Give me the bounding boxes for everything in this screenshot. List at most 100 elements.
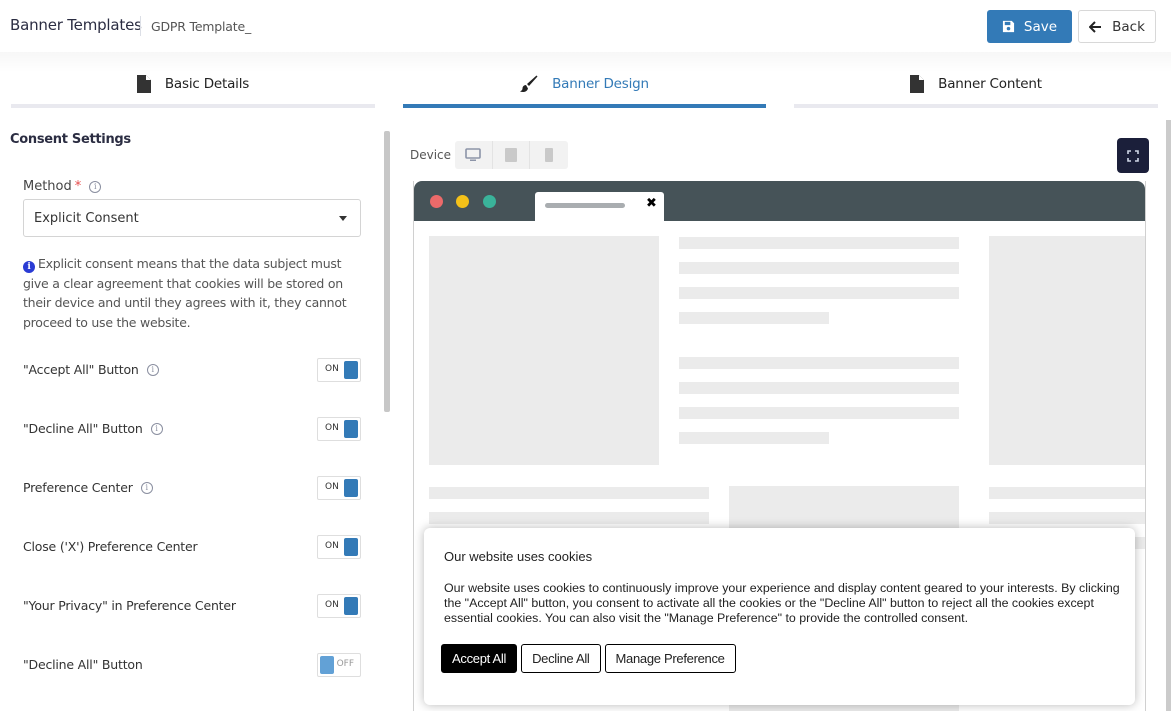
info-icon[interactable]: i (89, 180, 102, 193)
tab-label: Banner Content (938, 76, 1042, 92)
info-icon[interactable]: i (150, 422, 163, 435)
toggle-label: Preference Center (23, 480, 133, 495)
toggle-row-close-preference-center: Close ('X') Preference Center ON (23, 535, 361, 559)
skeleton-line (429, 487, 709, 499)
expand-icon (1127, 149, 1139, 162)
top-header: Banner Templates GDPR Template_ Save Bac… (0, 0, 1171, 52)
chevron-down-icon (339, 216, 347, 221)
page-title: Banner Templates (10, 16, 142, 34)
decline-all-preference-toggle[interactable]: OFF (317, 653, 361, 677)
toggle-row-accept-all: "Accept All" Button i ON (23, 358, 361, 382)
file-icon (910, 75, 925, 93)
skeleton-line (429, 512, 709, 524)
skeleton-line (679, 382, 959, 394)
toggle-state: ON (325, 541, 339, 551)
accept-all-button[interactable]: Accept All (441, 644, 518, 673)
back-button[interactable]: Back (1078, 10, 1156, 43)
toggle-label: "Accept All" Button (23, 362, 139, 377)
banner-title: Our website uses cookies (444, 549, 593, 564)
window-maximize-dot (483, 195, 496, 208)
toggle-state: ON (325, 364, 339, 374)
device-tablet-button[interactable] (493, 141, 531, 169)
paint-brush-icon (520, 75, 538, 93)
info-icon[interactable]: i (140, 481, 153, 494)
tab-label: Basic Details (164, 76, 250, 92)
method-label: Method * i (23, 179, 102, 194)
device-label: Device (410, 148, 452, 162)
browser-chrome: ✖ (414, 181, 1145, 221)
header-divider (140, 16, 141, 36)
toggle-row-your-privacy: "Your Privacy" in Preference Center ON (23, 594, 361, 618)
skeleton-line (989, 512, 1145, 524)
info-icon[interactable]: i (146, 363, 159, 376)
tab-title-placeholder (545, 203, 625, 208)
toggle-knob (344, 538, 358, 556)
toggle-label: "Your Privacy" in Preference Center (23, 598, 236, 613)
toggle-row-preference-center: Preference Center i ON (23, 476, 361, 500)
left-panel-scrollbar[interactable] (384, 131, 390, 412)
device-selector (455, 141, 568, 169)
toggle-knob (344, 479, 358, 497)
toggle-state: ON (325, 600, 339, 610)
skeleton-line (679, 312, 829, 324)
skeleton-line (679, 407, 959, 419)
tab-label: Banner Design (552, 76, 649, 92)
skeleton-line (989, 487, 1145, 499)
fullscreen-button[interactable] (1117, 138, 1149, 173)
skeleton-line (679, 237, 959, 249)
your-privacy-toggle[interactable]: ON (317, 594, 361, 618)
toggle-knob (320, 656, 334, 674)
method-help-text: i Explicit consent means that the data su… (23, 254, 368, 332)
toggle-knob (344, 420, 358, 438)
method-label-text: Method (23, 179, 72, 194)
banner-body: Our website uses cookies to continuously… (444, 581, 1120, 625)
method-select[interactable]: Explicit Consent (23, 199, 361, 237)
accept-all-toggle[interactable]: ON (317, 358, 361, 382)
toggle-knob (344, 361, 358, 379)
save-label: Save (1023, 18, 1058, 35)
preference-center-toggle[interactable]: ON (317, 476, 361, 500)
desktop-icon (465, 148, 482, 161)
method-selected-value: Explicit Consent (34, 210, 139, 226)
toggle-label: "Decline All" Button (23, 421, 143, 436)
manage-preference-button[interactable]: Manage Preference (604, 644, 736, 673)
tab-banner-content[interactable]: Banner Content (794, 60, 1158, 110)
banner-buttons: Accept All Decline All Manage Preference (441, 644, 736, 673)
tab-indicator (11, 104, 375, 108)
skeleton-line (679, 262, 959, 274)
page-scrollbar[interactable] (1166, 120, 1171, 711)
tab-indicator (794, 104, 1158, 108)
window-minimize-dot (456, 195, 469, 208)
tab-banner-design[interactable]: Banner Design (403, 60, 766, 110)
window-close-dot (430, 195, 443, 208)
tab-basic-details[interactable]: Basic Details (11, 60, 375, 110)
arrow-left-icon (1089, 20, 1102, 33)
tab-indicator (403, 104, 766, 108)
cookie-banner-preview: Our website uses cookies Our website use… (424, 528, 1135, 705)
skeleton-image (989, 236, 1145, 465)
toggle-state: ON (325, 482, 339, 492)
decline-all-toggle[interactable]: ON (317, 417, 361, 441)
info-filled-icon: i (23, 261, 35, 273)
skeleton-line (679, 432, 829, 444)
skeleton-line (679, 357, 959, 369)
device-mobile-button[interactable] (530, 141, 568, 169)
close-preference-center-toggle[interactable]: ON (317, 535, 361, 559)
toggle-row-decline-all-preference: "Decline All" Button OFF (23, 653, 361, 677)
toggle-state: ON (325, 423, 339, 433)
decline-all-button[interactable]: Decline All (521, 644, 601, 673)
device-desktop-button[interactable] (455, 141, 493, 169)
section-title: Consent Settings (10, 132, 131, 147)
tablet-icon (504, 148, 517, 162)
mobile-icon (544, 148, 553, 162)
skeleton-image (429, 236, 659, 465)
toggle-state: OFF (336, 659, 354, 669)
save-button[interactable]: Save (987, 10, 1072, 43)
breadcrumb-template-name: GDPR Template_ (151, 19, 251, 34)
floppy-disk-icon (1002, 20, 1014, 33)
file-icon (136, 75, 151, 93)
toggle-knob (344, 597, 358, 615)
back-label: Back (1112, 18, 1145, 35)
skeleton-line (679, 287, 959, 299)
help-text: Explicit consent means that the data sub… (23, 256, 347, 330)
